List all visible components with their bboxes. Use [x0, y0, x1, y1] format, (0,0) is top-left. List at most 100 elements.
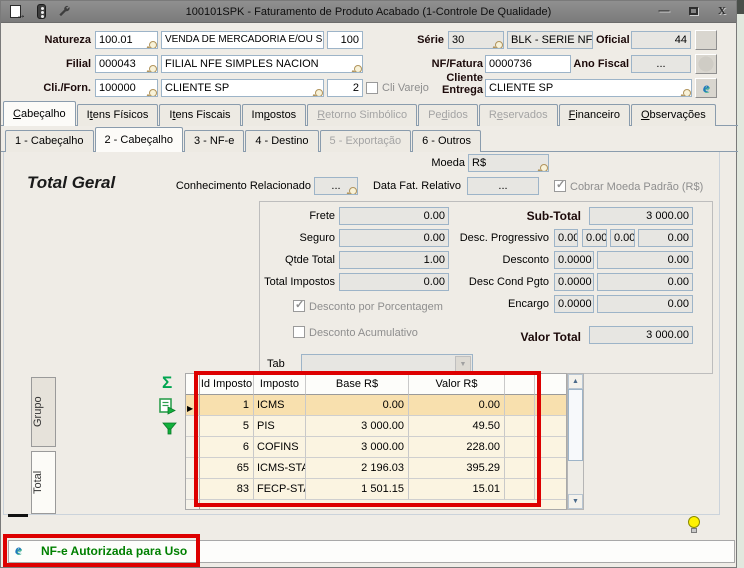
col-header-base[interactable]: Base R$ — [306, 374, 409, 395]
side-tab-grupo[interactable]: Grupo — [31, 377, 56, 447]
window-title: 100101SPK - Faturamento de Produto Acaba… — [185, 6, 552, 18]
nfe-icon: e — [702, 81, 710, 96]
subtab-2-cabecalho[interactable]: 2 - Cabeçalho — [94, 127, 183, 152]
col-header-id-imposto[interactable]: Id Imposto — [200, 374, 254, 395]
tab-itens-fiscais[interactable]: Itens Fiscais — [159, 104, 241, 126]
desconto-pct-field: 0.0000 — [554, 251, 594, 269]
filter-icon[interactable] — [162, 422, 177, 441]
tab-combo — [301, 354, 473, 374]
moeda-label: Moeda — [431, 157, 465, 169]
row-margin — [186, 374, 200, 395]
data-fat-label: Data Fat. Relativo — [372, 180, 461, 192]
valor-total-field: 3 000.00 — [589, 326, 693, 344]
sub-total-field: 3 000.00 — [589, 207, 693, 225]
cell-base: 0.00 — [306, 395, 409, 416]
desconto-porcentagem-checkbox — [293, 298, 305, 312]
table-row[interactable]: 83 FECP-STA 1 501.15 15.01 — [186, 479, 566, 500]
table-empty-row — [186, 500, 566, 509]
tab-itens-fisicos[interactable]: Itens Físicos — [76, 104, 159, 126]
cliente-entrega-field[interactable]: CLIENTE SP — [485, 79, 692, 97]
lookup-icon[interactable] — [149, 41, 157, 48]
tab-impostos[interactable]: Impostos — [241, 104, 307, 126]
impostos-table: Id Imposto Imposto Base R$ Valor R$ 1 IC… — [185, 373, 567, 510]
lookup-icon[interactable] — [149, 89, 157, 96]
natureza-code-field[interactable]: 100.01 — [95, 31, 158, 49]
scroll-up-icon[interactable] — [568, 374, 583, 389]
table-row[interactable]: 1 ICMS 0.00 0.00 — [186, 395, 566, 416]
nfe-status-icon: e — [15, 543, 22, 558]
background-app-strip — [737, 0, 744, 568]
cell-imposto: COFINS — [254, 437, 306, 458]
table-row[interactable]: 6 COFINS 3 000.00 228.00 — [186, 437, 566, 458]
side-tab-total[interactable]: Total — [31, 451, 56, 514]
lookup-icon[interactable] — [349, 187, 357, 194]
tab-cabecalho[interactable]: Cabeçalho — [3, 101, 76, 126]
oficial-button[interactable] — [695, 30, 717, 50]
encargo-label: Encargo — [508, 298, 549, 310]
cli-forn-desc-field[interactable]: CLIENTE SP — [161, 79, 324, 97]
lookup-icon[interactable] — [354, 65, 362, 72]
ano-fiscal-button[interactable] — [695, 54, 717, 74]
traffic-light-icon[interactable] — [33, 4, 51, 20]
maximize-icon[interactable] — [682, 4, 704, 20]
nfe-button[interactable]: e — [695, 78, 717, 98]
scrollbar-thumb[interactable] — [568, 389, 583, 461]
subtab-1-cabecalho[interactable]: 1 - Cabeçalho — [5, 130, 94, 152]
close-icon[interactable] — [711, 4, 733, 20]
total-geral-title: Total Geral — [27, 173, 116, 192]
lookup-icon[interactable] — [149, 65, 157, 72]
nf-fatura-field[interactable]: 0000736 — [485, 55, 571, 73]
table-row[interactable]: 65 ICMS-STA 2 196.03 395.29 — [186, 458, 566, 479]
filial-desc-field[interactable]: FILIAL NFE SIMPLES NACION — [161, 55, 363, 73]
cell-base: 2 196.03 — [306, 458, 409, 479]
data-fat-field: ... — [467, 177, 539, 195]
table-row[interactable]: 5 PIS 3 000.00 49.50 — [186, 416, 566, 437]
subtab-6-outros[interactable]: 6 - Outros — [412, 130, 481, 152]
qtde-total-field: 1.00 — [339, 251, 449, 269]
wrench-icon[interactable] — [57, 4, 75, 20]
desc-progressivo-field-2: 0.00 — [582, 229, 607, 247]
col-header-imposto[interactable]: Imposto — [254, 374, 306, 395]
lightbulb-icon[interactable] — [688, 516, 701, 534]
sigma-icon[interactable] — [162, 373, 172, 393]
lookup-icon[interactable] — [683, 89, 691, 96]
qtde-total-label: Qtde Total — [285, 254, 335, 266]
table-header-row: Id Imposto Imposto Base R$ Valor R$ — [186, 374, 566, 395]
tab-retorno-simbolico: Retorno Simbólico — [307, 104, 418, 126]
chevron-down-icon — [455, 356, 471, 372]
subtab-3-nfe[interactable]: 3 - NF-e — [184, 130, 245, 152]
splitter-handle[interactable] — [8, 514, 28, 517]
scroll-down-icon[interactable] — [568, 494, 583, 509]
lookup-icon[interactable] — [315, 89, 323, 96]
desc-cond-pgto-label: Desc Cond Pgto — [468, 276, 549, 288]
minimize-icon[interactable] — [653, 4, 675, 20]
desc-cond-pgto-pct-field: 0.0000 — [554, 273, 594, 291]
oficial-field: 44 — [631, 31, 691, 49]
frete-label: Frete — [309, 210, 335, 222]
filial-code-field[interactable]: 000043 — [95, 55, 158, 73]
tab-financeiro[interactable]: Financeiro — [558, 104, 630, 126]
cli-forn-label: Cli./Forn. — [43, 82, 91, 94]
loja-field[interactable]: 2 — [327, 79, 363, 97]
subtab-4-destino[interactable]: 4 - Destino — [245, 130, 319, 152]
export-document-icon[interactable] — [9, 4, 27, 21]
encargo-valor-field: 0.00 — [597, 295, 693, 313]
col-header-valor[interactable]: Valor R$ — [409, 374, 505, 395]
cell-id: 1 — [200, 395, 254, 416]
cell-id: 6 — [200, 437, 254, 458]
lookup-icon[interactable] — [540, 164, 548, 171]
frete-field: 0.00 — [339, 207, 449, 225]
desc-progressivo-field-1: 0.00 — [554, 229, 578, 247]
total-impostos-label: Total Impostos — [264, 276, 335, 288]
desconto-valor-field: 0.00 — [597, 251, 693, 269]
export-grid-icon[interactable] — [159, 398, 177, 420]
natureza-desc-field[interactable]: VENDA DE MERCADORIA E/OU SERVI — [161, 31, 324, 49]
cell-valor: 0.00 — [409, 395, 505, 416]
col-header-blank — [505, 374, 535, 395]
ano-fiscal-field: ... — [631, 55, 691, 73]
lookup-icon[interactable] — [495, 41, 503, 48]
cli-forn-code-field[interactable]: 100000 — [95, 79, 158, 97]
table-scrollbar[interactable] — [567, 373, 584, 510]
encargo-pct-field: 0.0000 — [554, 295, 594, 313]
tab-observacoes[interactable]: Observações — [630, 104, 716, 126]
